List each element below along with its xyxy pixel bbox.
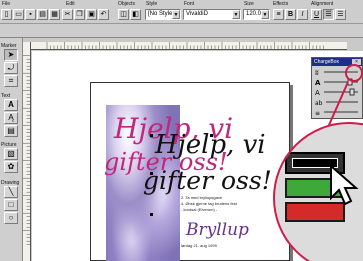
mouse-pointer-icon (330, 164, 359, 206)
app-window: File Edit Objects Style Font Size Effect… (0, 0, 363, 261)
